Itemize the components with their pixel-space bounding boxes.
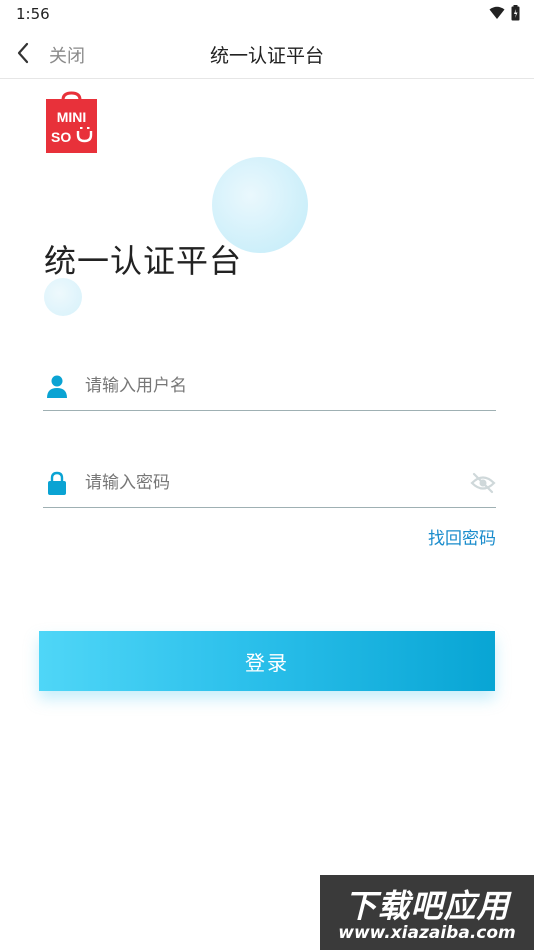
login-screen: 1:56 关闭 统一认证平台 MINI SO 统一认证平台 请输入用户名 找回密… bbox=[0, 0, 534, 950]
lock-icon bbox=[48, 471, 66, 495]
logo-text-line1: MINI bbox=[57, 109, 87, 125]
miniso-logo: MINI SO bbox=[46, 91, 97, 153]
status-bar: 1:56 bbox=[0, 0, 534, 28]
username-input[interactable] bbox=[83, 368, 467, 404]
watermark: 下载吧应用 www.xiazaiba.com bbox=[320, 875, 534, 950]
status-icons bbox=[489, 5, 520, 21]
user-icon bbox=[47, 375, 67, 398]
logo-text-line2: SO bbox=[51, 129, 71, 145]
forgot-password-link[interactable]: 找回密码 bbox=[428, 524, 496, 549]
eye-off-icon[interactable] bbox=[470, 471, 496, 495]
decorative-bubble-small bbox=[44, 278, 82, 316]
wifi-icon bbox=[489, 6, 505, 19]
status-time: 1:56 bbox=[16, 5, 50, 23]
username-field bbox=[43, 366, 496, 411]
battery-icon bbox=[511, 5, 520, 21]
nav-title: 统一认证平台 bbox=[209, 45, 324, 67]
password-field bbox=[43, 463, 496, 508]
login-button[interactable]: 登录 bbox=[39, 631, 495, 691]
password-input[interactable] bbox=[83, 465, 467, 501]
watermark-url: www.xiazaiba.com bbox=[338, 923, 516, 943]
watermark-title: 下载吧应用 bbox=[344, 887, 510, 925]
page-title: 统一认证平台 bbox=[44, 242, 243, 280]
nav-bar: 关闭 统一认证平台 bbox=[0, 28, 534, 79]
